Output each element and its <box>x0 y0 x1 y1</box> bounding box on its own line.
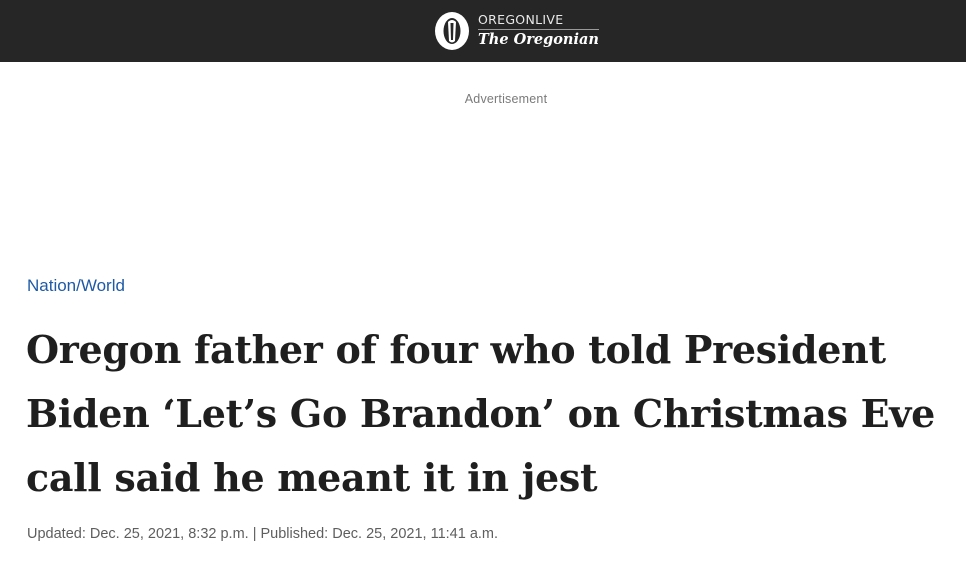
site-header: OREGONLIVE The Oregonian <box>0 0 966 62</box>
advertisement-slot <box>27 112 939 262</box>
oregonian-o-icon <box>435 12 469 50</box>
article-dateline: Updated: Dec. 25, 2021, 8:32 p.m. | Publ… <box>27 526 499 542</box>
section-link[interactable]: Nation/World <box>27 276 125 296</box>
logo-site-name: OREGONLIVE <box>478 13 599 30</box>
logo-paper-name: The Oregonian <box>478 31 599 48</box>
article-headline: Oregon father of four who told President… <box>26 327 935 500</box>
logo-wordmark: OREGONLIVE The Oregonian <box>478 13 599 49</box>
advertisement-label: Advertisement <box>464 92 548 106</box>
site-logo[interactable]: OREGONLIVE The Oregonian <box>434 8 599 54</box>
